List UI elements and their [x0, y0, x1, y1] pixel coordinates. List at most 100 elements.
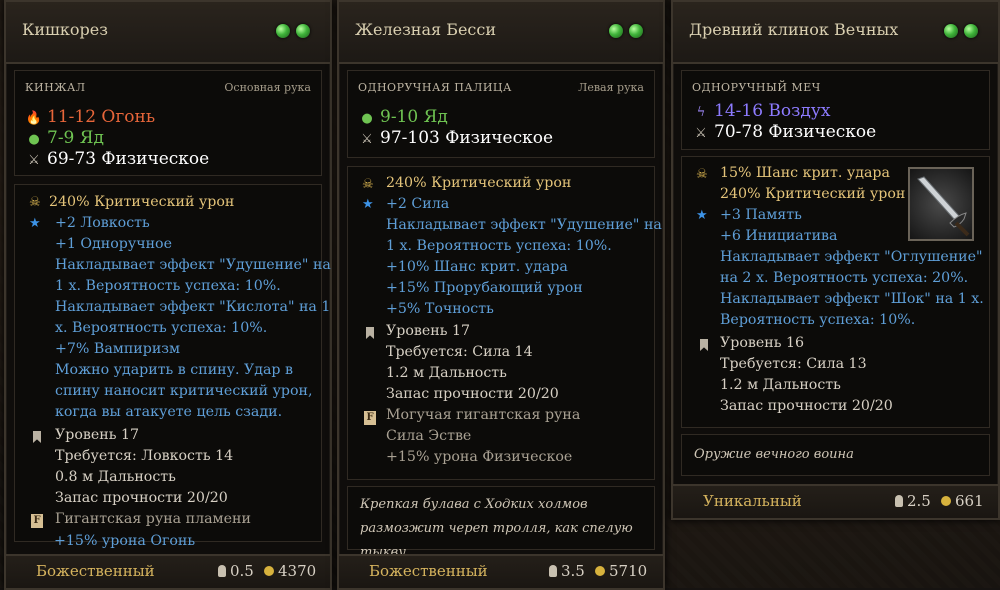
weapon-type: ОДНОРУЧНАЯ ПАЛИЦА — [358, 81, 512, 94]
swords-icon: ⚔ — [695, 126, 707, 141]
item-value: 5710 — [609, 562, 648, 580]
star-icon: ★ — [696, 208, 708, 223]
stat-line: +15% Прорубающий урон — [386, 280, 583, 296]
stat-line: 1 х. Вероятность успеха: 10%. — [386, 238, 612, 254]
damage-line: ⚔ 70-78 Физическое — [692, 122, 876, 142]
coin-icon — [941, 496, 951, 506]
stat-line: 0.8 м Дальность — [55, 469, 176, 485]
swords-icon: ⚔ — [28, 153, 40, 168]
base-section: ОДНОРУЧНЫЙ МЕЧ ϟ 14-16 Воздух ⚔ 70-78 Физи… — [681, 70, 990, 150]
item-value: 661 — [955, 492, 984, 510]
tooltip-card-1: Кишкорез КИНЖАЛ Основная рука 🔥 11-12 Ого… — [4, 0, 332, 590]
star-icon: ★ — [29, 216, 41, 231]
bookmark-icon — [366, 327, 374, 339]
card-footer: Божественный 0.5 4370 — [6, 554, 330, 588]
stat-line: Требуется: Сила 14 — [386, 344, 533, 360]
stat-line: +1 Одноручное — [55, 236, 172, 252]
stats-section: ☠ 15% Шанс крит. удара 240% Критический … — [681, 156, 990, 428]
damage-line: ● 9-10 Яд — [358, 107, 447, 127]
coin-icon — [264, 566, 274, 576]
item-weight: 2.5 — [907, 492, 931, 510]
card-footer: Уникальный 2.5 661 — [673, 484, 998, 518]
rarity-label: Божественный — [369, 562, 488, 580]
stat-line: Гигантская руна пламени — [55, 511, 251, 527]
stat-line: 1 х. Вероятность успеха: 10%. — [55, 278, 281, 294]
stat-line: Накладывает эффект "Удушение" на — [55, 257, 331, 273]
damage-line: ⚔ 69-73 Физическое — [25, 149, 209, 169]
stat-line: 1.2 м Дальность — [720, 377, 841, 393]
stat-line: когда вы атакуете цель сзади. — [55, 404, 283, 420]
rune-slot-gem[interactable] — [629, 24, 643, 38]
stat-line: Запас прочности 20/20 — [55, 490, 228, 506]
weight-icon — [549, 565, 557, 577]
coin-icon — [595, 566, 605, 576]
card-header: Железная Бесси — [339, 2, 663, 64]
stats-section: ☠ 240% Критический урон ★ +2 Ловкость +1… — [14, 184, 331, 542]
stat-line: Накладывает эффект "Кислота" на 1 — [55, 299, 331, 315]
stat-line: 240% Критический урон — [49, 194, 235, 210]
stat-line: +5% Точность — [386, 301, 494, 317]
stat-line: Накладывает эффект "Шок" на 1 х. — [720, 291, 984, 307]
tooltip-card-2: Железная Бесси ОДНОРУЧНАЯ ПАЛИЦА Левая р… — [337, 0, 665, 590]
item-weight: 3.5 — [561, 562, 585, 580]
poison-icon: ● — [28, 132, 40, 147]
stat-line: Сила Эстве — [386, 428, 472, 444]
item-weight: 0.5 — [230, 562, 254, 580]
rune-slot-gem[interactable] — [276, 24, 290, 38]
stat-line: +3 Память — [720, 207, 802, 223]
bookmark-icon — [33, 431, 41, 443]
sword-thumbnail-icon — [908, 167, 974, 241]
stat-line: Могучая гигантская руна — [386, 407, 581, 423]
stat-line: 1.2 м Дальность — [386, 365, 507, 381]
lightning-icon: ϟ — [696, 105, 706, 120]
stat-line: 15% Шанс крит. удара — [720, 165, 890, 181]
damage-line: 🔥 11-12 Огонь — [25, 107, 156, 127]
stat-line: Запас прочности 20/20 — [720, 398, 893, 414]
stat-line: Запас прочности 20/20 — [386, 386, 559, 402]
stat-line: +15% урона Огонь — [54, 533, 196, 549]
stat-line: Накладывает эффект "Удушение" на — [386, 217, 662, 233]
stat-line: Можно ударить в спину. Удар в — [55, 362, 293, 378]
rune-slot-gem[interactable] — [296, 24, 310, 38]
card-header: Древний клинок Вечных — [673, 2, 998, 64]
skull-icon: ☠ — [696, 167, 708, 182]
rune-slot-gem[interactable] — [609, 24, 623, 38]
weapon-type: ОДНОРУЧНЫЙ МЕЧ — [692, 81, 821, 94]
weapon-slot: Основная рука — [224, 81, 311, 94]
stat-line: Требуется: Сила 13 — [720, 356, 867, 372]
fire-icon: 🔥 — [25, 111, 43, 126]
stat-line: Уровень 17 — [386, 323, 471, 339]
stat-line: +6 Инициатива — [720, 228, 838, 244]
stat-line: +10% Шанс крит. удара — [386, 259, 568, 275]
rune-slot-gem[interactable] — [944, 24, 958, 38]
damage-line: ● 7-9 Яд — [25, 128, 104, 148]
item-title: Железная Бесси — [355, 20, 496, 39]
stat-line: Накладывает эффект "Оглушение" — [720, 249, 983, 265]
stat-line: спину наносит критический урон, — [55, 383, 313, 399]
rune-icon: F — [364, 411, 376, 425]
damage-line: ⚔ 97-103 Физическое — [358, 128, 553, 148]
stat-line: Вероятность успеха: 10%. — [720, 312, 916, 328]
stat-line: Уровень 16 — [720, 335, 805, 351]
bookmark-icon — [700, 339, 708, 351]
item-value: 4370 — [278, 562, 317, 580]
card-footer: Божественный 3.5 5710 — [339, 554, 663, 588]
item-title: Кишкорез — [22, 20, 108, 39]
tooltip-card-3: Древний клинок Вечных ОДНОРУЧНЫЙ МЕЧ ϟ 14… — [671, 0, 1000, 520]
stat-line: +2 Сила — [386, 196, 450, 212]
rune-slot-gem[interactable] — [964, 24, 978, 38]
item-title: Древний клинок Вечных — [689, 20, 899, 39]
stat-line: 240% Критический урон — [720, 186, 906, 202]
item-description: Оружие вечного воина — [694, 447, 854, 462]
stat-line: +7% Вампиризм — [55, 341, 181, 357]
poison-icon: ● — [361, 111, 373, 126]
rune-icon: F — [31, 514, 43, 528]
weapon-type: КИНЖАЛ — [25, 81, 86, 94]
weapon-slot: Левая рука — [578, 81, 644, 94]
stat-line: х. Вероятность успеха: 10%. — [55, 320, 268, 336]
stat-line: +15% урона Физическое — [386, 449, 573, 465]
stat-line: на 2 х. Вероятность успеха: 20%. — [720, 270, 969, 286]
swords-icon: ⚔ — [361, 132, 373, 147]
description-section: Крепкая булава с Ходких холмов размозжит… — [347, 486, 655, 560]
base-section: ОДНОРУЧНАЯ ПАЛИЦА Левая рука ● 9-10 Яд ⚔ 9… — [347, 70, 655, 158]
